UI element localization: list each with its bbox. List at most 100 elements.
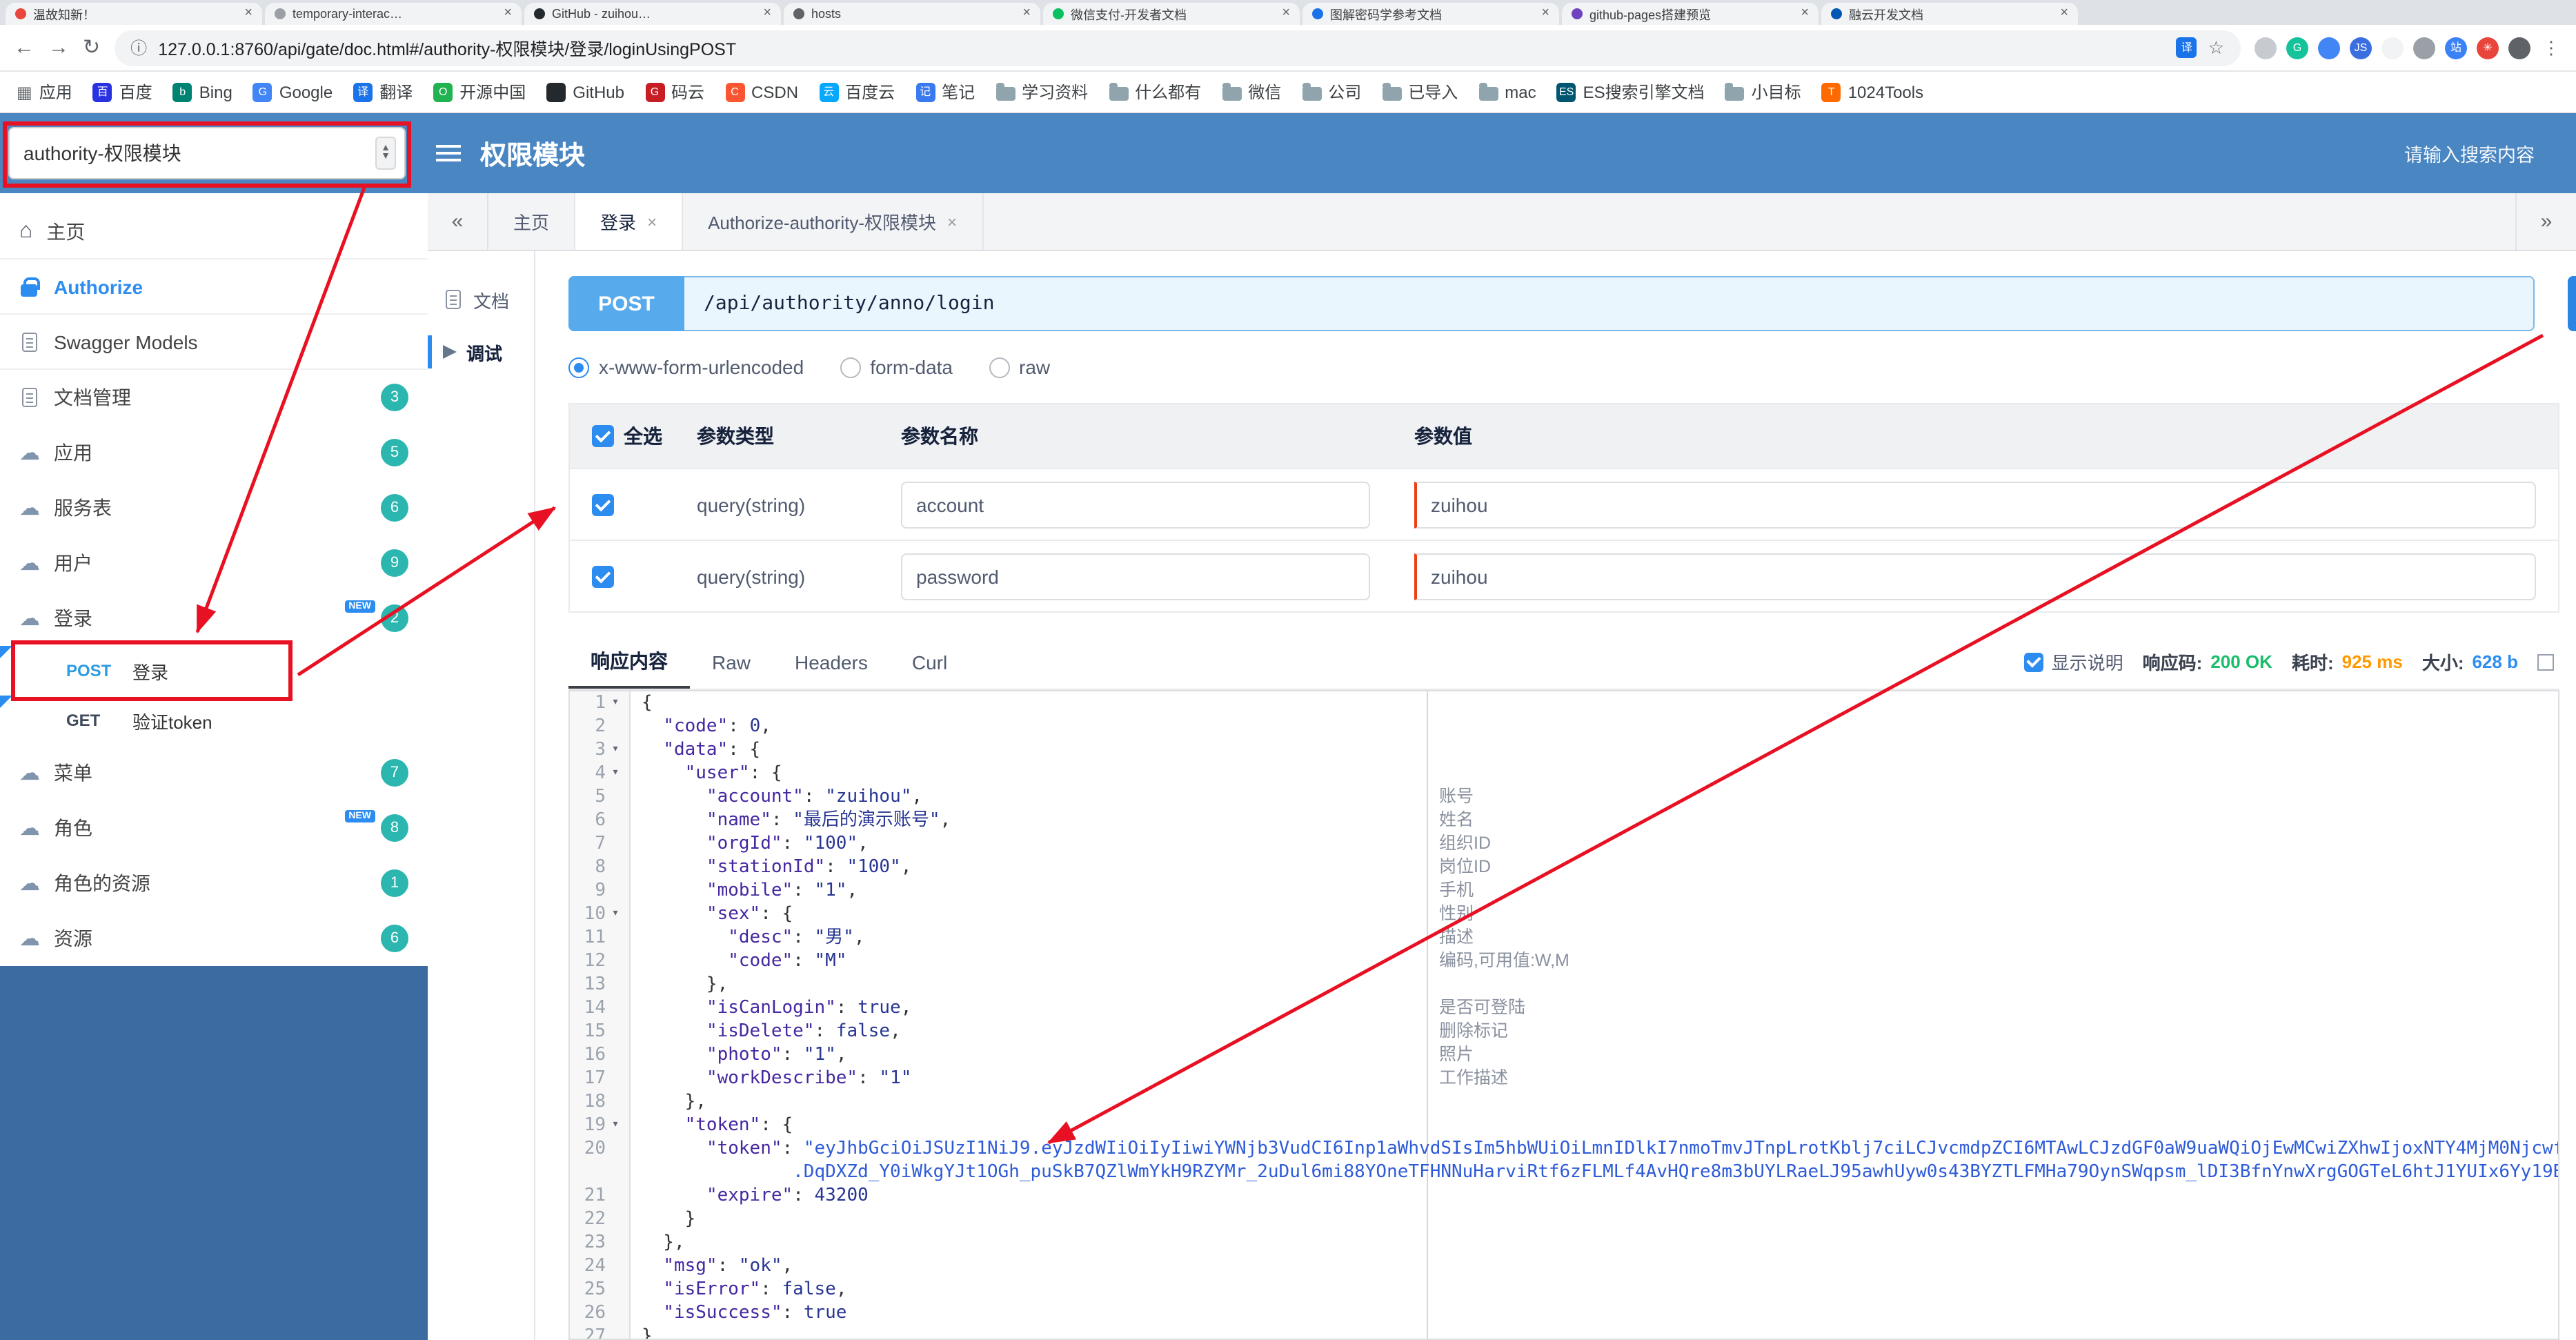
bookmark-item[interactable]: 小目标 xyxy=(1725,80,1801,104)
shield-icon[interactable] xyxy=(2413,37,2435,59)
browser-tab[interactable]: 温故知新！ × xyxy=(6,3,262,25)
tab-close-icon[interactable]: × xyxy=(647,213,657,230)
white-extension-icon[interactable] xyxy=(2381,37,2404,59)
site-info-icon[interactable]: ⓘ xyxy=(130,36,147,59)
sidebar-subitem-验证token[interactable]: GET 验证token xyxy=(0,696,428,745)
bookmark-item[interactable]: 译翻译 xyxy=(353,80,413,104)
fold-icon[interactable]: ▾ xyxy=(606,762,625,785)
rail-item-debug[interactable]: 调试 xyxy=(428,326,534,378)
extensions-puzzle-icon[interactable] xyxy=(2255,37,2277,59)
bookmark-item[interactable]: 公司 xyxy=(1302,80,1361,104)
bookmark-item[interactable]: 什么都有 xyxy=(1109,80,1201,104)
rail-item-doc[interactable]: 文档 xyxy=(428,273,534,326)
select-all-checkbox[interactable] xyxy=(592,425,614,447)
bookmark-item[interactable]: 记笔记 xyxy=(915,80,975,104)
bookmark-item[interactable]: G Google xyxy=(252,82,333,101)
sidebar-item-主页[interactable]: ⌂ 主页 xyxy=(0,204,428,259)
sidebar-item-服务表[interactable]: ☁ 服务表 6 xyxy=(0,480,428,535)
sidebar-item-角色[interactable]: ☁ 角色 NEW 8 xyxy=(0,800,428,856)
sidebar-item-角色的资源[interactable]: ☁ 角色的资源 1 xyxy=(0,856,428,911)
bookmark-item[interactable]: 学习资料 xyxy=(995,80,1088,104)
select-stepper-icon[interactable]: ▲ ▼ xyxy=(375,137,396,170)
fullscreen-icon[interactable] xyxy=(2537,653,2554,670)
collapse-tabs-icon[interactable]: « xyxy=(428,193,488,250)
hamburger-menu-icon[interactable] xyxy=(436,144,461,162)
tab-close-icon[interactable]: × xyxy=(2060,6,2068,21)
doc-tab-Authorize-authority-权限模块[interactable]: Authorize-authority-权限模块 × xyxy=(683,193,984,250)
content-type-radio-raw[interactable]: raw xyxy=(989,356,1050,378)
fold-icon[interactable]: ▾ xyxy=(606,1114,625,1137)
bookmark-item[interactable]: G 码云 xyxy=(645,80,704,104)
bookmark-item[interactable]: 微信 xyxy=(1222,80,1281,104)
search-input[interactable]: 请输入搜索内容 xyxy=(2404,139,2535,167)
bookmark-item[interactable]: mac xyxy=(1478,82,1536,101)
sidebar-item-应用[interactable]: ☁ 应用 5 xyxy=(0,425,428,480)
content-type-radio-form-data[interactable]: form-data xyxy=(840,356,953,378)
url-text[interactable]: 127.0.0.1:8760/api/gate/doc.html#/author… xyxy=(158,35,2166,61)
sidebar-subitem-登录[interactable]: POST 登录 xyxy=(0,646,428,696)
param-name-input[interactable]: account xyxy=(901,481,1370,528)
param-checkbox[interactable] xyxy=(592,493,614,515)
expand-tabs-icon[interactable]: » xyxy=(2515,193,2576,250)
bookmark-item[interactable]: 百百度 xyxy=(92,80,152,104)
avatar[interactable] xyxy=(2508,37,2530,59)
js-extension-icon[interactable]: JS xyxy=(2350,37,2372,59)
bookmark-item[interactable]: b Bing xyxy=(172,82,232,101)
browser-tab[interactable]: 图解密码学参考文档 × xyxy=(1302,3,1559,25)
sidebar-item-资源[interactable]: ☁ 资源 6 xyxy=(0,911,428,966)
url-bar[interactable]: ⓘ 127.0.0.1:8760/api/gate/doc.html#/auth… xyxy=(114,30,2241,66)
request-url-input[interactable]: /api/authority/anno/login xyxy=(684,276,2535,331)
sidebar-item-登录[interactable]: ☁ 登录 NEW 2 xyxy=(0,591,428,646)
module-select[interactable]: authority-权限模块 ▲ ▼ xyxy=(8,127,406,179)
show-desc-checkbox[interactable] xyxy=(2023,652,2043,671)
sidebar-item-文档管理[interactable]: 文档管理 3 xyxy=(0,370,428,425)
fold-icon[interactable]: ▾ xyxy=(606,738,625,762)
bookmark-item[interactable]: ES ES搜索引擎文档 xyxy=(1556,80,1705,104)
translate-icon[interactable]: 译 xyxy=(2176,37,2197,58)
browser-tab[interactable]: 微信支付-开发者文档 × xyxy=(1043,3,1300,25)
doc-tab-主页[interactable]: 主页 xyxy=(488,193,576,250)
response-tab-Curl[interactable]: Curl xyxy=(890,635,969,689)
browser-tab[interactable]: temporary-interac… × xyxy=(265,3,522,25)
browser-tab[interactable]: hosts × xyxy=(784,3,1040,25)
bookmark-item[interactable]: 云百度云 xyxy=(819,80,895,104)
sidebar-item-Authorize[interactable]: Authorize xyxy=(0,259,428,315)
response-tab-Headers[interactable]: Headers xyxy=(773,635,890,689)
tab-close-icon[interactable]: × xyxy=(763,6,771,21)
tab-close-icon[interactable]: × xyxy=(1541,6,1549,21)
reload-icon[interactable]: ↻ xyxy=(83,37,100,58)
bookmark-item[interactable]: ▦ 应用 xyxy=(17,80,72,104)
browser-tab[interactable]: GitHub - zuihou… × xyxy=(524,3,781,25)
response-tab-响应内容[interactable]: 响应内容 xyxy=(568,635,690,689)
tab-close-icon[interactable]: × xyxy=(1282,6,1290,21)
forward-icon[interactable]: → xyxy=(48,37,69,58)
bookmark-item[interactable]: 已导入 xyxy=(1382,80,1458,104)
tab-close-icon[interactable]: × xyxy=(1022,6,1031,21)
param-checkbox[interactable] xyxy=(592,565,614,587)
kebab-menu-icon[interactable]: ⋮ xyxy=(2540,37,2562,59)
fold-icon[interactable]: ▾ xyxy=(606,691,625,715)
colorful-asterisk-icon[interactable]: ✳ xyxy=(2477,37,2499,59)
sidebar-item-Swagger Models[interactable]: Swagger Models xyxy=(0,315,428,370)
bookmark-item[interactable]: C CSDN xyxy=(725,82,798,101)
zhan-extension-icon[interactable]: 站 xyxy=(2445,37,2467,59)
fold-icon[interactable]: ▾ xyxy=(606,903,625,926)
bookmark-item[interactable]: T 1024Tools xyxy=(1821,82,1923,101)
doc-tab-登录[interactable]: 登录 × xyxy=(575,193,684,250)
tab-close-icon[interactable]: × xyxy=(947,213,957,230)
param-value-input[interactable]: zuihou xyxy=(1414,481,2536,528)
browser-tab[interactable]: 融云开发文档 × xyxy=(1821,3,2078,25)
tab-close-icon[interactable]: × xyxy=(504,6,512,21)
grammarly-icon[interactable]: G xyxy=(2286,37,2308,59)
bookmark-item[interactable]: GitHub xyxy=(546,82,624,101)
bookmark-star-icon[interactable]: ☆ xyxy=(2208,37,2224,59)
back-icon[interactable]: ← xyxy=(14,37,34,58)
browser-tab[interactable]: github-pages搭建预览 × xyxy=(1562,3,1819,25)
bookmark-item[interactable]: O 开源中国 xyxy=(433,80,526,104)
response-tab-Raw[interactable]: Raw xyxy=(690,635,773,689)
tab-close-icon[interactable]: × xyxy=(1801,6,1809,21)
sidebar-item-用户[interactable]: ☁ 用户 9 xyxy=(0,535,428,591)
content-type-radio-x-www-form-urlencoded[interactable]: x-www-form-urlencoded xyxy=(568,356,804,378)
param-value-input[interactable]: zuihou xyxy=(1414,553,2536,600)
tab-close-icon[interactable]: × xyxy=(244,6,252,21)
